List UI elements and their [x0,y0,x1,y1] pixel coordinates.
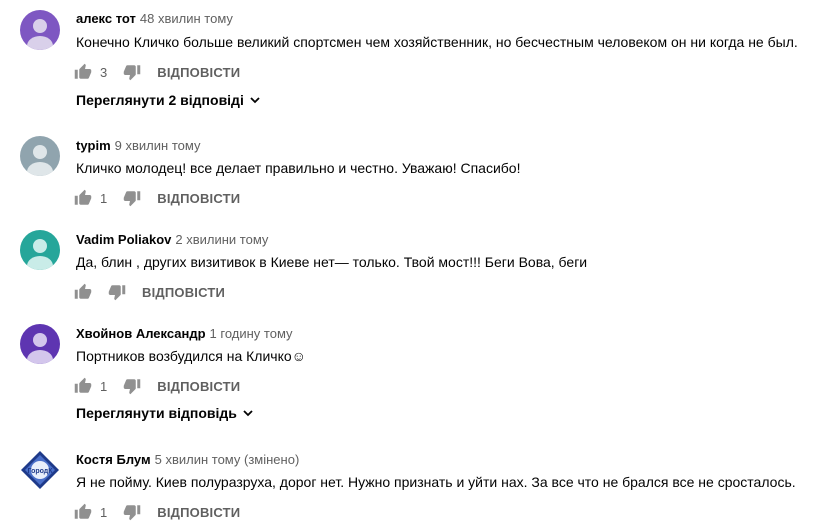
comment-header: Vadim Poliakov 2 хвилини тому [76,232,268,248]
view-replies-button[interactable]: Переглянути 2 відповіді [76,92,261,108]
thumbs-down-icon [123,65,141,81]
thumbs-down-icon [108,285,126,301]
comment-time[interactable]: 9 хвилин тому [115,138,201,153]
comment-header: алекс тот 48 хвилин тому [76,11,233,27]
chevron-down-icon [250,97,260,104]
author-name[interactable]: typim [76,138,111,153]
comment-text: Кличко молодец! все делает правильно и ч… [76,160,521,176]
reply-button[interactable]: ВІДПОВІСТИ [157,65,240,80]
chevron-down-icon [243,410,253,417]
person-icon [20,230,60,270]
dislike-button[interactable] [108,283,126,301]
thumbs-up-icon [74,503,92,519]
author-name[interactable]: алекс тот [76,11,136,26]
comment-header: Костя Блум 5 хвилин тому (змінено) [76,452,299,468]
like-count: 1 [100,504,108,520]
person-icon [20,10,60,50]
thumbs-up-icon [74,377,92,393]
like-count: 1 [100,190,108,206]
comment-actions: 1 ВІДПОВІСТИ [74,376,240,396]
person-icon [20,324,60,364]
author-name[interactable]: Vadim Poliakov [76,232,171,247]
avatar[interactable] [20,10,60,50]
like-button[interactable] [74,189,92,207]
like-count: 1 [100,378,108,394]
like-count: 3 [100,64,108,80]
avatar[interactable] [20,324,60,364]
thumbs-down-icon [123,191,141,207]
comment-text: Я не пойму. Киев полуразруха, дорог нет.… [76,474,796,490]
comment-header: Хвойнов Александр 1 годину тому [76,326,293,342]
comment-time[interactable]: 48 хвилин тому [140,11,233,26]
comment-text: Конечно Кличко больше великий спортсмен … [76,34,798,50]
edited-label: (змінено) [244,452,300,467]
dislike-button[interactable] [123,189,141,207]
avatar[interactable] [20,136,60,176]
dislike-button[interactable] [123,63,141,81]
thumbs-up-icon [74,283,92,299]
author-name[interactable]: Хвойнов Александр [76,326,206,341]
avatar[interactable]: ГородК [20,450,60,490]
comment-time[interactable]: 2 хвилини тому [175,232,268,247]
comment-actions: 1 ВІДПОВІСТИ [74,502,240,522]
reply-button[interactable]: ВІДПОВІСТИ [142,285,225,300]
reply-button[interactable]: ВІДПОВІСТИ [157,191,240,206]
thumbs-up-icon [74,63,92,79]
comment-time[interactable]: 1 годину тому [210,326,293,341]
reply-button[interactable]: ВІДПОВІСТИ [157,379,240,394]
thumbs-up-icon [74,189,92,205]
view-replies-button[interactable]: Переглянути відповідь [76,405,254,421]
like-button[interactable] [74,503,92,521]
comment-time[interactable]: 5 хвилин тому [155,452,241,467]
comment-actions: 1 ВІДПОВІСТИ [74,188,240,208]
person-icon [20,136,60,176]
avatar[interactable] [20,230,60,270]
thumbs-down-icon [123,505,141,521]
like-button[interactable] [74,377,92,395]
dislike-button[interactable] [123,377,141,395]
view-replies-label: Переглянути 2 відповіді [76,92,244,108]
comment-text: Да, блин , других визитивок в Киеве нет—… [76,254,588,270]
view-replies-label: Переглянути відповідь [76,405,237,421]
author-name[interactable]: Костя Блум [76,452,151,467]
comment-actions: ВІДПОВІСТИ [74,282,225,302]
comment-text: Портников возбудился на Кличко☺ [76,348,306,364]
like-button[interactable] [74,63,92,81]
thumbs-down-icon [123,379,141,395]
reply-button[interactable]: ВІДПОВІСТИ [157,505,240,520]
city-logo-icon: ГородК [20,450,60,490]
comment-actions: 3 ВІДПОВІСТИ [74,62,240,82]
comment-header: typim 9 хвилин тому [76,138,200,154]
like-button[interactable] [74,283,92,301]
svg-text:ГородК: ГородК [27,468,53,475]
dislike-button[interactable] [123,503,141,521]
